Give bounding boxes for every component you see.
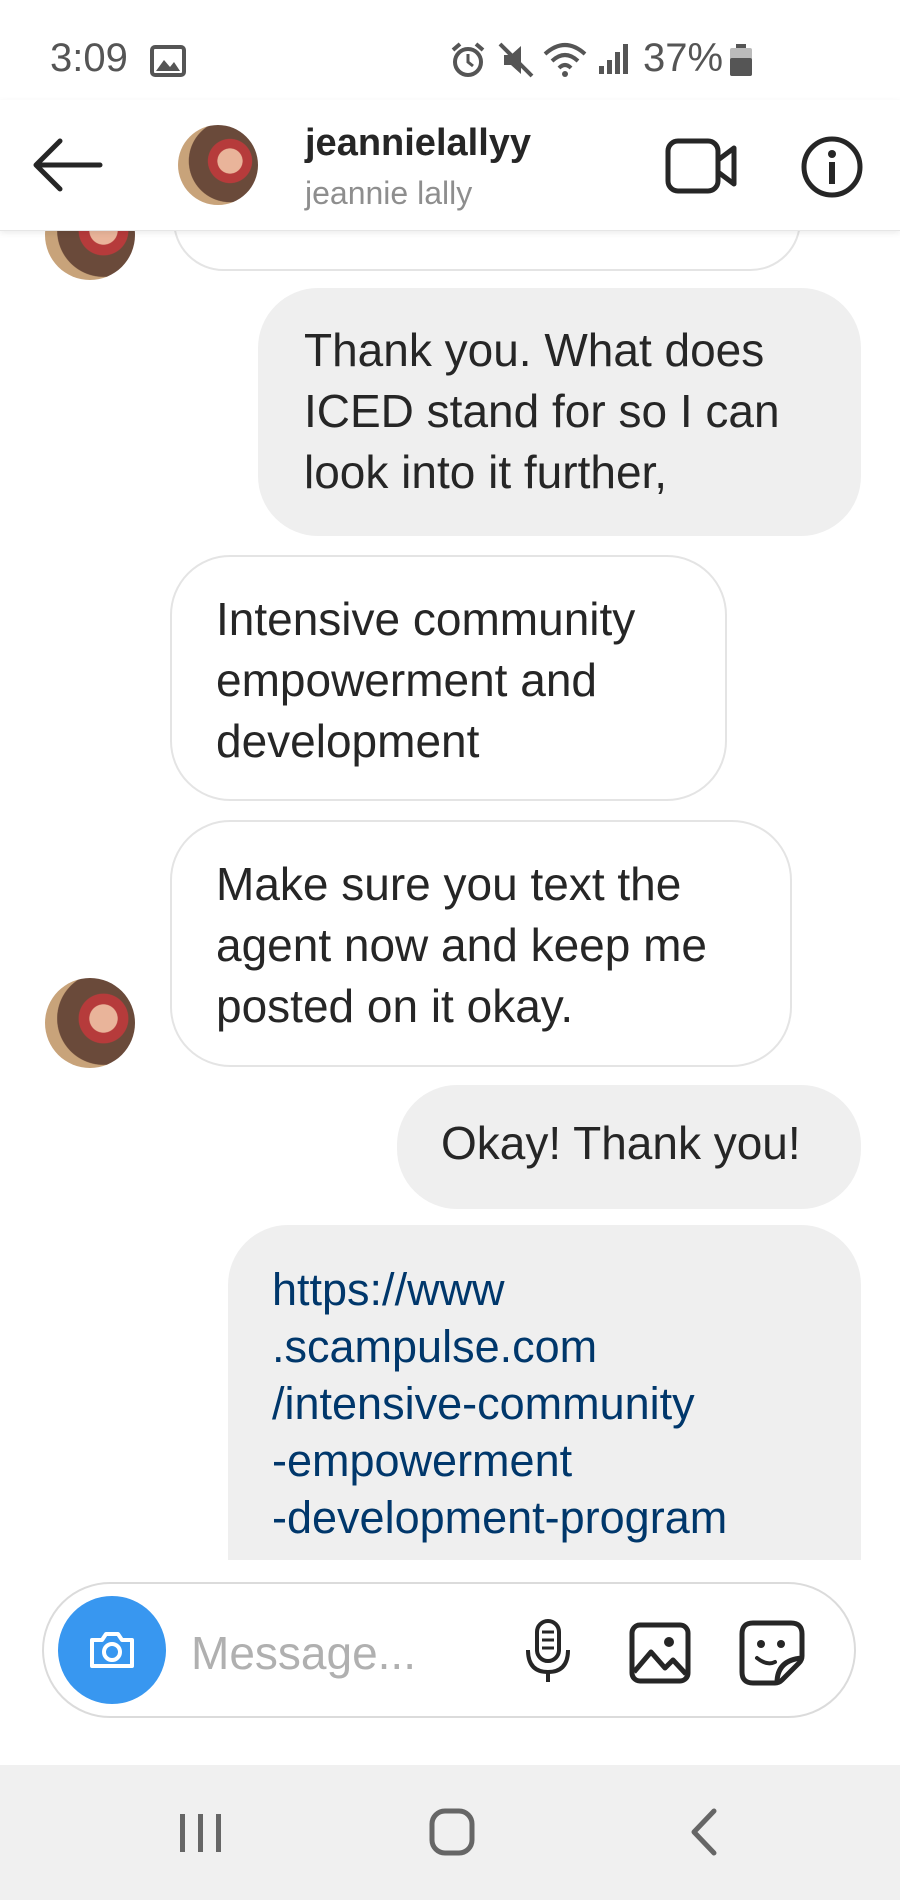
link-text[interactable]: https://www .scampulse.com /intensive-co…: [272, 1261, 817, 1546]
status-time: 3:09: [50, 36, 128, 80]
notification-image-icon: [150, 45, 186, 77]
message-bubble-outgoing[interactable]: Okay! Thank you!: [397, 1085, 861, 1209]
message-input[interactable]: [189, 1622, 493, 1684]
recent-apps-icon[interactable]: [178, 1810, 224, 1856]
chat-header: jeannielallyy jeannie lally: [0, 100, 900, 231]
message-bubble-outgoing[interactable]: Thank you. What does ICED stand for so I…: [258, 288, 861, 536]
header-full-name: jeannie lally: [305, 175, 473, 211]
sticker-icon[interactable]: [739, 1620, 805, 1686]
message-composer: [42, 1582, 856, 1718]
message-link-bubble[interactable]: https://www .scampulse.com /intensive-co…: [228, 1225, 861, 1560]
microphone-icon[interactable]: [522, 1618, 574, 1686]
video-call-icon[interactable]: [665, 138, 737, 194]
home-icon[interactable]: [428, 1807, 476, 1857]
header-username[interactable]: jeannielallyy: [305, 122, 531, 165]
mute-icon: [498, 42, 534, 78]
avatar[interactable]: [178, 125, 258, 205]
gallery-icon[interactable]: [629, 1622, 691, 1684]
signal-icon: [599, 44, 628, 74]
wifi-icon: [543, 43, 587, 77]
sender-avatar[interactable]: [45, 230, 135, 280]
message-bubble-partial[interactable]: [173, 230, 801, 271]
message-bubble-incoming[interactable]: Make sure you text the agent now and kee…: [170, 820, 792, 1067]
battery-percent: 37%: [643, 36, 724, 80]
message-bubble-incoming[interactable]: Intensive community empowerment and deve…: [170, 555, 727, 801]
system-nav-bar: [0, 1765, 900, 1900]
alarm-icon: [451, 42, 485, 77]
battery-icon: [730, 44, 752, 76]
status-bar: 3:09 37%: [0, 0, 900, 100]
back-arrow-icon[interactable]: [30, 135, 104, 195]
camera-button[interactable]: [58, 1596, 166, 1704]
info-icon[interactable]: [800, 135, 864, 199]
message-thread[interactable]: Thank you. What does ICED stand for so I…: [0, 230, 900, 1560]
sender-avatar[interactable]: [45, 978, 135, 1068]
nav-back-icon[interactable]: [688, 1807, 720, 1857]
composer-area: [0, 1560, 900, 1765]
camera-icon: [90, 1632, 134, 1668]
